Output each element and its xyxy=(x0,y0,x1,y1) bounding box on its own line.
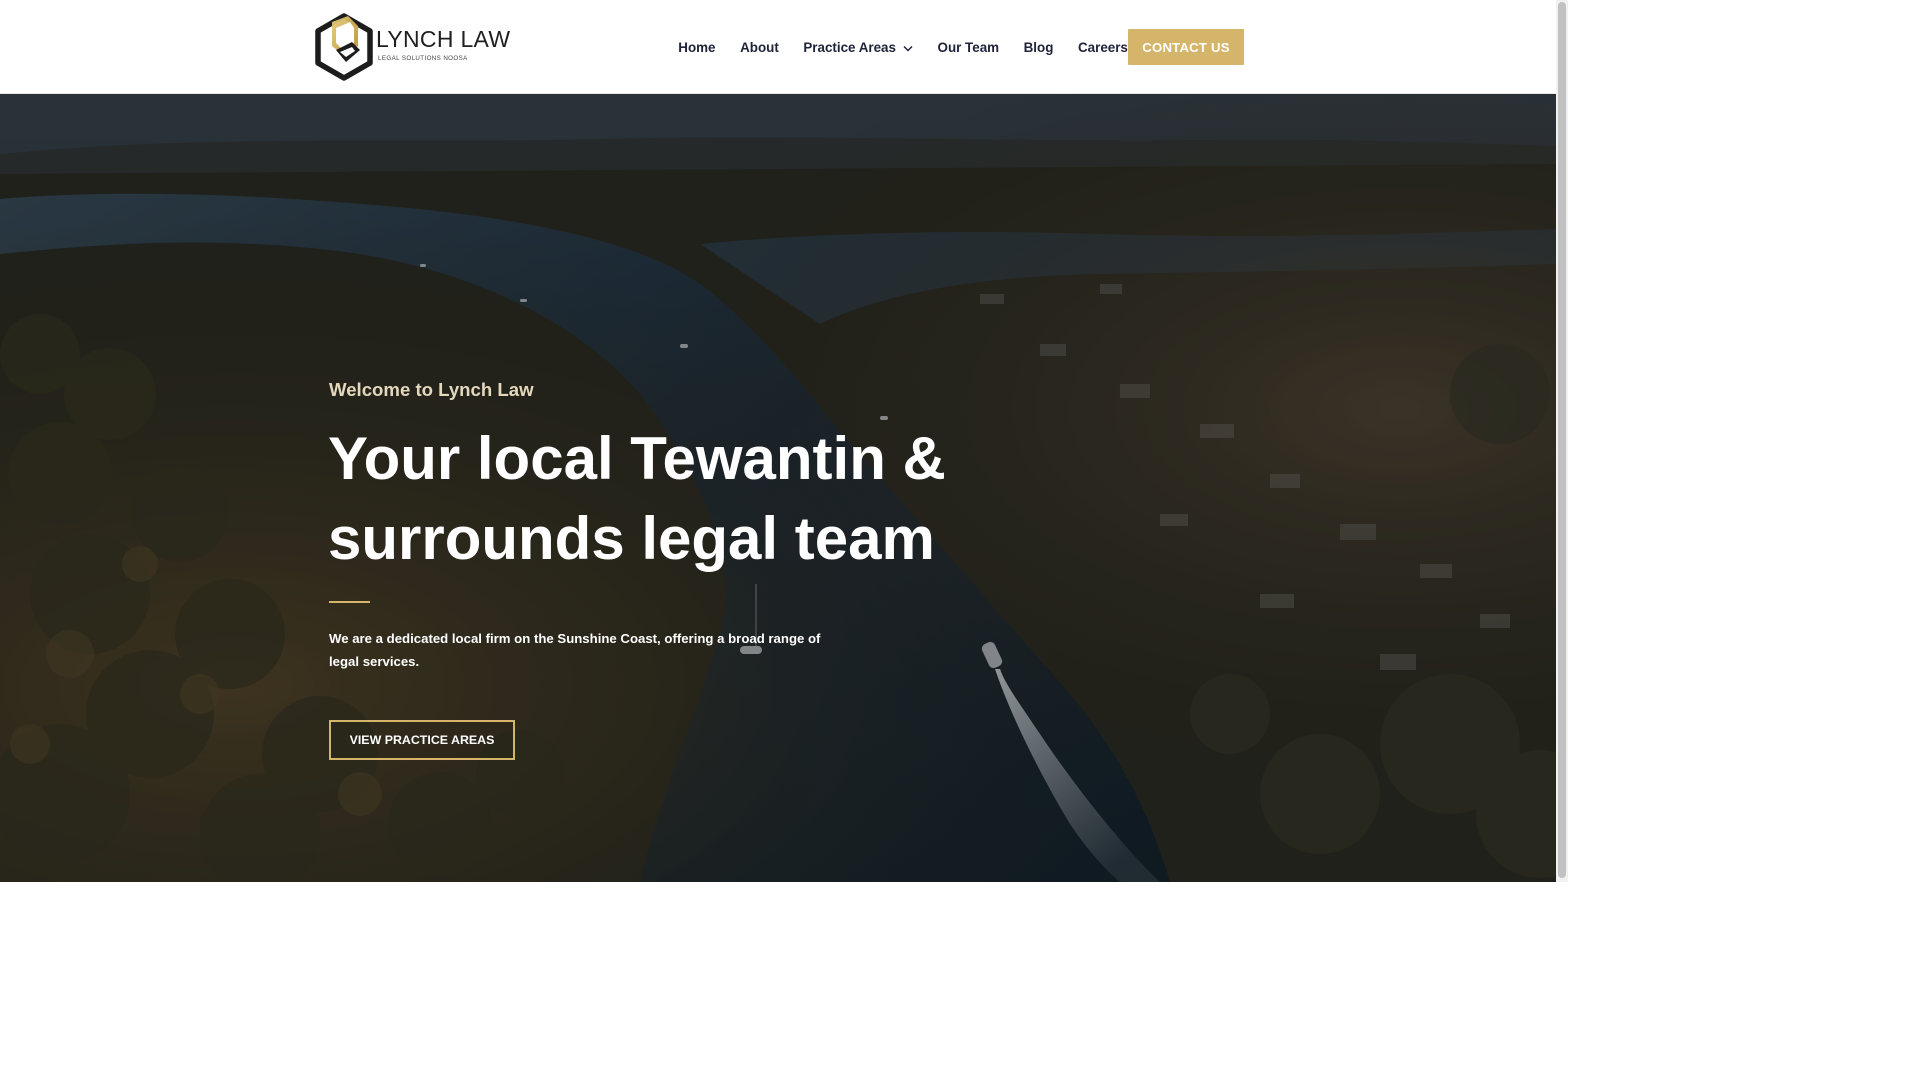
contact-us-button[interactable]: CONTACT US xyxy=(1128,29,1244,65)
view-practice-areas-button[interactable]: VIEW PRACTICE AREAS xyxy=(329,720,515,760)
hero-headline: Your local Tewantin & surrounds legal te… xyxy=(328,419,1048,579)
site-logo[interactable]: LYNCH LAW LEGAL SOLUTIONS NOOSA xyxy=(312,12,510,82)
chevron-down-icon xyxy=(903,40,913,55)
nav-item-practice-areas[interactable]: Practice Areas xyxy=(791,40,925,55)
nav-item-label: Our Team xyxy=(937,39,1000,55)
nav-item-label: About xyxy=(740,39,779,55)
nav-item-home[interactable]: Home xyxy=(666,40,728,55)
hero-eyebrow: Welcome to Lynch Law xyxy=(329,379,534,400)
nav-item-label: Careers xyxy=(1077,39,1128,55)
logo-brand-text: LYNCH LAW xyxy=(376,26,511,52)
hero-lead-text: We are a dedicated local firm on the Sun… xyxy=(329,631,821,669)
nav-item-about[interactable]: About xyxy=(728,40,791,55)
hexagon-logo-icon xyxy=(315,13,373,81)
page: LYNCH LAW LEGAL SOLUTIONS NOOSA Home Abo… xyxy=(0,0,1556,882)
nav-item-label: Home xyxy=(678,39,716,55)
main-nav: Home About Practice Areas Our Team Blog … xyxy=(666,30,1140,64)
nav-item-label: Practice Areas xyxy=(803,39,896,55)
logo-tagline: LEGAL SOLUTIONS NOOSA xyxy=(378,55,468,62)
hero-headline-line-1: Your local Tewantin & xyxy=(328,425,946,492)
hero-headline-line-2: surrounds legal team xyxy=(328,505,935,572)
page-scrollbar[interactable] xyxy=(1556,0,1568,882)
nav-item-our-team[interactable]: Our Team xyxy=(925,40,1011,55)
nav-item-label: Blog xyxy=(1023,39,1054,55)
scrollbar-thumb[interactable] xyxy=(1558,2,1566,878)
nav-item-blog[interactable]: Blog xyxy=(1011,40,1065,55)
hero-divider xyxy=(329,601,370,603)
site-header: LYNCH LAW LEGAL SOLUTIONS NOOSA Home Abo… xyxy=(0,0,1556,94)
hero-section: Welcome to Lynch Law Your local Tewantin… xyxy=(0,94,1556,882)
